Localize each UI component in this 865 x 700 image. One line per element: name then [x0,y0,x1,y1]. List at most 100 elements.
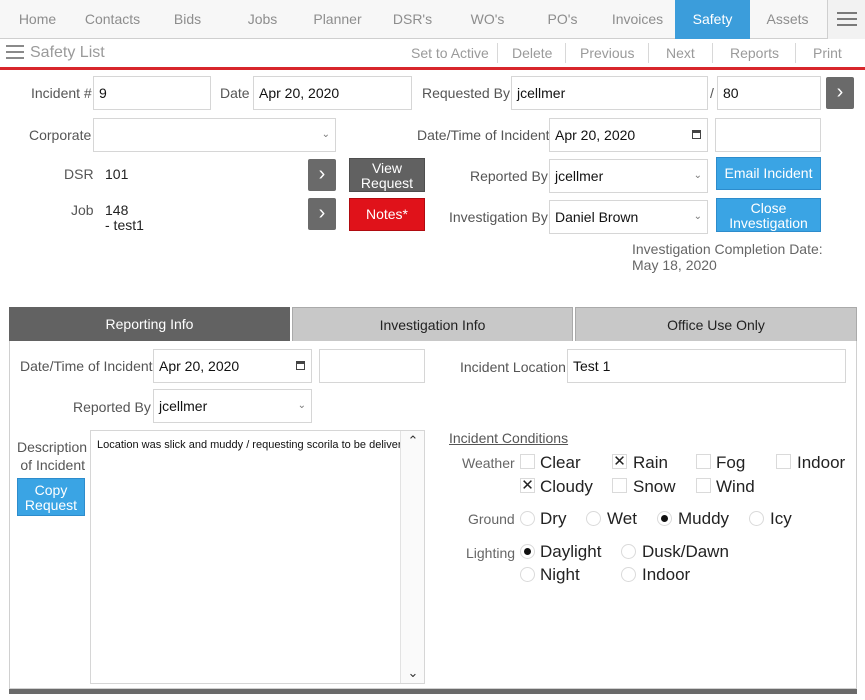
nav-safety[interactable]: Safety [675,0,750,39]
reports-button[interactable]: Reports [730,39,779,67]
divider [712,43,713,63]
weather-clear-checkbox[interactable] [520,454,535,469]
nav-contacts[interactable]: Contacts [75,0,150,39]
weather-fog-label: Fog [716,453,746,472]
ground-wet-label: Wet [607,509,637,528]
nav-home[interactable]: Home [0,0,75,39]
previous-button[interactable]: Previous [580,39,634,67]
next-button[interactable]: Next [666,39,695,67]
chevron-down-icon[interactable]: ⌄ [401,665,425,681]
copy-request-button[interactable]: Copy Request [17,478,85,516]
nav-bids[interactable]: Bids [150,0,225,39]
chevron-down-icon: ⌄ [693,170,702,181]
tab-bar: Reporting Info Investigation Info Office… [9,307,857,341]
calendar-icon[interactable] [296,361,305,370]
weather-cloudy-checkbox[interactable]: ✕ [520,478,535,493]
textarea-scrollbar[interactable]: ⌃ ⌄ [400,431,424,683]
reporting-datetime-label: Date/Time of Incident [20,358,153,374]
lighting-night-label: Night [540,565,580,584]
slash-separator: / [710,85,714,101]
reporting-date-field[interactable]: Apr 20, 2020 [153,349,312,383]
job-label: Job [71,202,94,218]
reported-by-select[interactable]: jcellmer ⌄ [549,159,708,193]
ground-dry-label: Dry [540,509,567,528]
requested-by-field[interactable]: jcellmer [511,76,708,110]
copy-request-label-2: Request [24,497,78,513]
reporting-reported-by-select[interactable]: jcellmer ⌄ [153,389,312,423]
date-label: Date [220,85,250,101]
chevron-down-icon: ⌄ [297,400,306,411]
weather-wind-checkbox[interactable] [696,478,711,493]
investigation-by-select[interactable]: Daniel Brown ⌄ [549,200,708,234]
corporate-select[interactable]: ⌄ [93,118,336,152]
lighting-night-radio[interactable] [520,567,535,582]
tab-investigation-info[interactable]: Investigation Info [292,307,573,341]
weather-fog-checkbox[interactable] [696,454,711,469]
incident-time-field[interactable] [715,118,821,152]
safety-list-link[interactable]: Safety List [6,42,105,64]
dsr-value: 101 [105,166,129,182]
go-to-request-button[interactable]: › [826,77,854,109]
view-request-button[interactable]: View Request [349,158,425,192]
safety-list-title: Safety List [30,44,105,61]
weather-cloudy-label: Cloudy [540,477,593,496]
set-to-active-button[interactable]: Set to Active [411,39,489,67]
list-icon [6,44,24,59]
ground-muddy-radio[interactable] [657,511,672,526]
requested-by-label: Requested By [422,85,510,101]
investigation-by-label: Investigation By [449,209,548,225]
nav-wos[interactable]: WO's [450,0,525,39]
hamburger-menu-icon[interactable] [827,0,865,39]
description-label-2: of Incident [20,457,85,473]
weather-rain-checkbox[interactable]: ✕ [612,454,627,469]
job-name: - test1 [105,217,144,233]
weather-wind-label: Wind [716,477,755,496]
incident-datetime-label: Date/Time of Incident [417,127,550,143]
calendar-icon[interactable] [692,130,701,139]
nav-invoices[interactable]: Invoices [600,0,675,39]
weather-snow-checkbox[interactable] [612,478,627,493]
tab-reporting-info[interactable]: Reporting Info [9,307,290,341]
email-incident-button[interactable]: Email Incident [716,157,821,190]
print-button[interactable]: Print [813,39,842,67]
chevron-down-icon: ⌄ [321,129,330,140]
nav-pos[interactable]: PO's [525,0,600,39]
lighting-daylight-radio[interactable] [520,544,535,559]
chevron-up-icon[interactable]: ⌃ [401,433,425,449]
nav-dsrs[interactable]: DSR's [375,0,450,39]
date-field[interactable]: Apr 20, 2020 [253,76,412,110]
accent-divider [0,67,865,70]
requested-by-number-field[interactable]: 80 [717,76,821,110]
bottom-divider [9,689,857,694]
ground-dry-radio[interactable] [520,511,535,526]
go-to-job-button[interactable]: › [308,198,336,230]
go-to-dsr-button[interactable]: › [308,159,336,191]
lighting-daylight-label: Daylight [540,542,602,561]
investigation-by-value: Daniel Brown [555,209,639,225]
divider [497,43,498,63]
tab-office-use-only[interactable]: Office Use Only [575,307,857,341]
chevron-right-icon: › [318,202,326,224]
nav-jobs[interactable]: Jobs [225,0,300,39]
incident-location-field[interactable]: Test 1 [567,349,846,383]
nav-assets[interactable]: Assets [750,0,825,39]
delete-button[interactable]: Delete [512,39,552,67]
weather-indoor-checkbox[interactable] [776,454,791,469]
chevron-down-icon: ⌄ [693,211,702,222]
incident-number-field[interactable]: 9 [93,76,211,110]
ground-icy-radio[interactable] [749,511,764,526]
close-investigation-label-1: Close [750,200,787,216]
nav-planner[interactable]: Planner [300,0,375,39]
reporting-time-field[interactable] [319,349,425,383]
close-investigation-button[interactable]: Close Investigation [716,198,821,232]
incident-date-field[interactable]: Apr 20, 2020 [549,118,708,152]
ground-wet-radio[interactable] [586,511,601,526]
divider [565,43,566,63]
lighting-label: Lighting [466,545,516,561]
copy-request-label-1: Copy [34,482,68,498]
investigation-completion-date: May 18, 2020 [632,257,717,273]
lighting-indoor-radio[interactable] [621,567,636,582]
lighting-dusk-dawn-radio[interactable] [621,544,636,559]
notes-button[interactable]: Notes* [349,198,425,231]
description-textarea[interactable]: Location was slick and muddy / requestin… [90,430,425,684]
